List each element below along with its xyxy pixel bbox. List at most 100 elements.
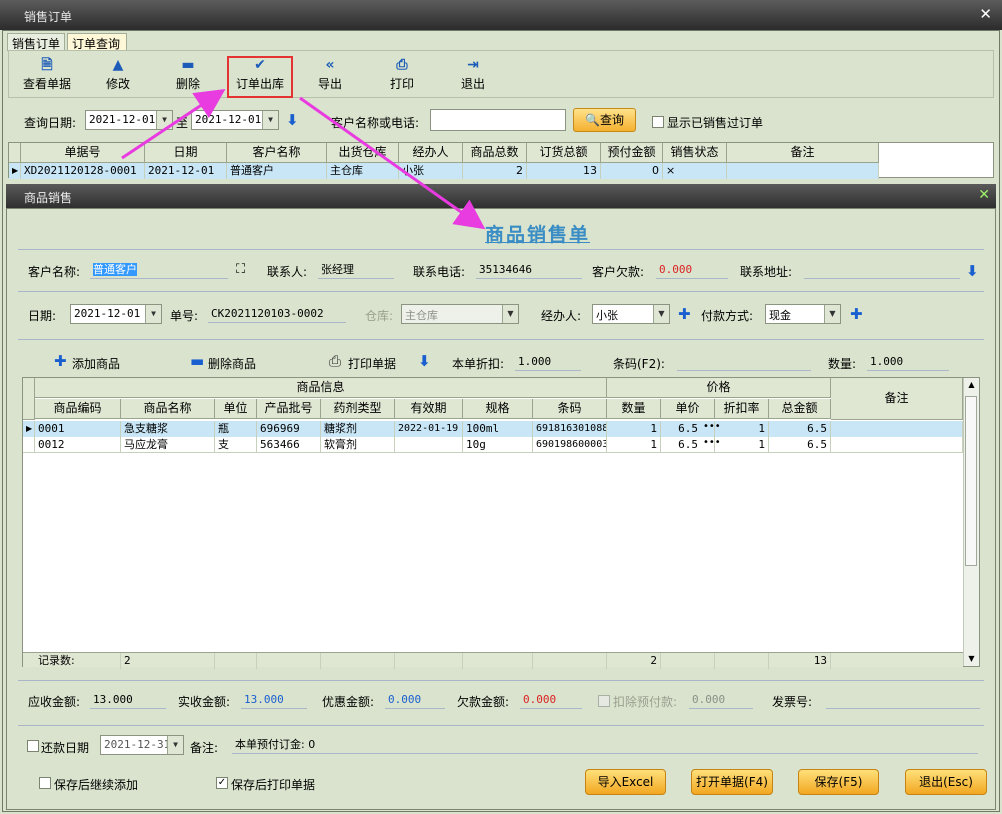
add-goods-button[interactable]: 添加商品 [72, 355, 120, 372]
col-header: 日期 [145, 143, 227, 163]
scroll-up-icon[interactable]: ▲ [964, 378, 979, 392]
col-header: 商品名称 [121, 399, 215, 419]
window-title: 销售订单 [24, 10, 73, 24]
invoice-input[interactable] [826, 691, 980, 709]
address-field[interactable] [804, 261, 960, 279]
tab-order-query[interactable]: 订单查询 [67, 33, 127, 51]
table-row[interactable]: ▶ XD2021120128-0001 2021-12-01 普通客户 主仓库 … [9, 163, 879, 179]
group-header-price: 价格 [607, 378, 831, 398]
dialog-heading: 商品销售单 [485, 224, 591, 246]
arrow-down-icon[interactable]: ⬇ [286, 111, 299, 129]
arrow-down-icon[interactable]: ⬇ [966, 262, 979, 280]
query-date-from[interactable]: 2021-12-01 ▼ [85, 110, 173, 130]
chevron-down-icon[interactable]: ▼ [653, 305, 669, 323]
dialog-close-icon[interactable]: ✕ [978, 187, 990, 203]
delete-goods-icon[interactable]: ▬ [190, 354, 204, 369]
add-handler-icon[interactable]: ✚ [678, 307, 691, 322]
col-header: 单位 [215, 399, 257, 419]
arrow-down-icon[interactable]: ⬇ [418, 352, 431, 370]
col-header: 单价 [661, 399, 715, 419]
col-header-remark: 备注 [831, 378, 963, 420]
group-header-info: 商品信息 [35, 378, 607, 398]
exit-door-icon: ⇥ [467, 57, 479, 73]
discount-total-field[interactable]: 0.000 [385, 691, 445, 709]
goods-table: 商品信息 价格 备注 商品编码 商品名称 单位 产品批号 药剂类型 有效期 规格… [22, 377, 980, 669]
open-doc-button[interactable]: 打开单据(F4) [691, 769, 773, 795]
col-header: 总金额 [769, 399, 831, 419]
export-button[interactable]: « 导出 [300, 55, 360, 95]
col-header: 客户名称 [227, 143, 327, 163]
save-button[interactable]: 保存(F5) [798, 769, 879, 795]
add-goods-icon[interactable]: ✚ [54, 354, 67, 369]
print-after-save-label: 保存后打印单据 [231, 778, 316, 792]
chevron-down-icon[interactable]: ▼ [145, 305, 161, 323]
order-table: 单据号 日期 客户名称 出货仓库 经办人 商品总数 订货总额 预付金额 销售状态… [8, 142, 994, 179]
receivable-field: 13.000 [90, 691, 166, 709]
contact-label: 联系人: [267, 265, 308, 279]
chevron-down-icon[interactable]: ▼ [824, 305, 840, 323]
show-sold-checkbox[interactable] [652, 116, 664, 128]
customer-field[interactable]: 普通客户 [90, 261, 228, 279]
continue-add-checkbox[interactable] [39, 777, 51, 789]
binoculars-icon[interactable]: ⛶ [236, 262, 245, 277]
col-header: 销售状态 [663, 143, 727, 163]
customer-label: 客户名称: [28, 265, 81, 279]
handler-select[interactable]: 小张 ▼ [592, 304, 670, 324]
date-label: 日期: [28, 309, 57, 323]
repay-checkbox[interactable] [27, 740, 39, 752]
edit-button[interactable]: ▲ 修改 [88, 55, 148, 95]
discount-label: 本单折扣: [452, 357, 505, 371]
owed-field: 0.000 [520, 691, 582, 709]
repay-date[interactable]: 2021-12-31 ▼ [100, 735, 184, 755]
warehouse-select: 主仓库 ▼ [401, 304, 519, 324]
barcode-label: 条码(F2): [613, 357, 665, 371]
query-date-to[interactable]: 2021-12-01 ▼ [191, 110, 279, 130]
scroll-thumb[interactable] [965, 396, 977, 566]
owed-label: 欠款金额: [457, 695, 510, 709]
exit-esc-button[interactable]: 退出(Esc) [905, 769, 987, 795]
delete-goods-button[interactable]: 删除商品 [208, 355, 256, 372]
continue-add-label: 保存后继续添加 [54, 778, 139, 792]
customer-search-label: 客户名称或电话: [331, 116, 420, 130]
col-header: 产品批号 [257, 399, 321, 419]
date-field[interactable]: 2021-12-01 ▼ [70, 304, 162, 324]
received-field[interactable]: 13.000 [241, 691, 307, 709]
col-header: 规格 [463, 399, 533, 419]
query-date-label: 查询日期: [24, 116, 77, 130]
debt-label: 客户欠款: [592, 265, 645, 279]
delete-button[interactable]: ▬ 删除 [158, 55, 218, 95]
phone-label: 联系电话: [413, 265, 466, 279]
close-icon[interactable]: ✕ [979, 5, 992, 23]
scroll-down-icon[interactable]: ▼ [964, 652, 979, 666]
discount-field[interactable]: 1.000 [515, 353, 581, 371]
phone-field[interactable]: 35134646 [476, 261, 582, 279]
table-footer: 记录数: 2 2 13 [23, 652, 963, 669]
add-payment-icon[interactable]: ✚ [850, 307, 863, 322]
chevron-down-icon[interactable]: ▼ [156, 111, 172, 129]
invoice-label: 发票号: [772, 695, 813, 709]
import-excel-button[interactable]: 导入Excel [585, 769, 666, 795]
payment-label: 付款方式: [701, 309, 754, 323]
print-doc-button[interactable]: 打印单据 [348, 355, 396, 372]
qty-label: 数量: [828, 357, 857, 371]
customer-search-input[interactable] [430, 109, 566, 131]
payment-select[interactable]: 现金 ▼ [765, 304, 841, 324]
contact-field[interactable]: 张经理 [318, 261, 394, 279]
note-field[interactable]: 本单预付订金: 0 [232, 736, 978, 754]
show-sold-label: 显示已销售过订单 [667, 116, 764, 130]
view-doc-button[interactable]: 🗎 查看单据 [17, 55, 77, 95]
chevron-down-icon[interactable]: ▼ [167, 736, 183, 754]
table-row[interactable]: ▶ 0001 急支糖浆 瓶 696969 糖浆剂 2022-01-19 100m… [23, 421, 963, 437]
chevron-down-icon[interactable]: ▼ [262, 111, 278, 129]
print-button[interactable]: ⎙ 打印 [372, 55, 432, 95]
col-header: 条码 [533, 399, 607, 419]
exit-button[interactable]: ⇥ 退出 [443, 55, 503, 95]
barcode-input[interactable] [677, 353, 811, 371]
table-row[interactable]: 0012 马应龙膏 支 563466 软膏剂 10g 690198600003 … [23, 437, 963, 453]
tab-sales-order[interactable]: 销售订单 [7, 33, 65, 51]
printer-icon[interactable]: ⎙ [329, 352, 341, 370]
search-button[interactable]: 🔍查询 [573, 108, 636, 132]
qty-input[interactable]: 1.000 [867, 353, 949, 371]
no-field: CK2021120103-0002 [208, 305, 346, 323]
print-after-save-checkbox[interactable]: ✓ [216, 777, 228, 789]
